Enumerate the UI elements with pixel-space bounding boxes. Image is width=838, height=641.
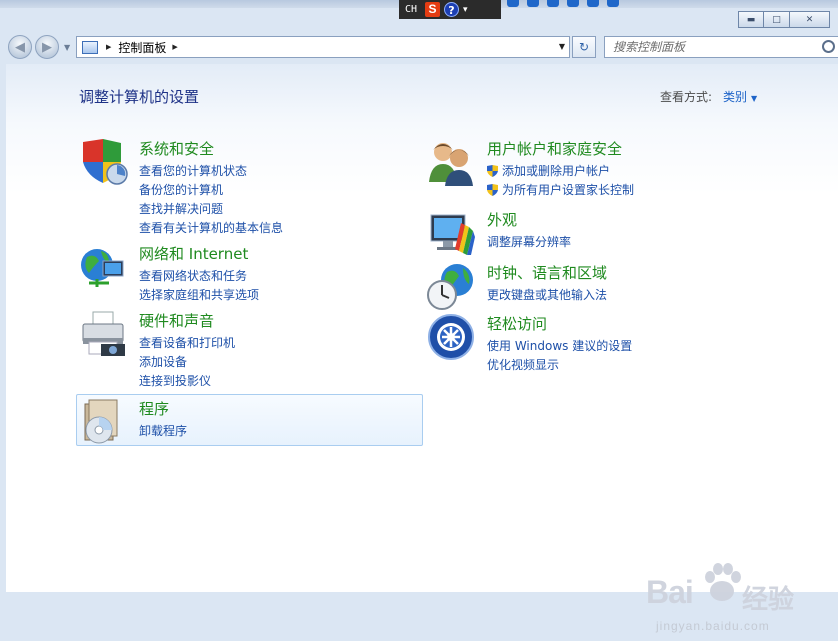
link-screen-resolution[interactable]: 调整屏幕分辨率 <box>487 233 571 252</box>
category-title[interactable]: 时钟、语言和区域 <box>487 262 607 283</box>
quick-launch-icon-2[interactable] <box>527 0 539 7</box>
programs-icon[interactable] <box>79 398 129 448</box>
dropdown-caret-icon: ▼ <box>751 94 758 103</box>
search-icon[interactable] <box>822 40 835 53</box>
quick-launch-icon-4[interactable] <box>567 0 579 7</box>
link-windows-recommended[interactable]: 使用 Windows 建议的设置 <box>487 337 632 356</box>
link-troubleshoot[interactable]: 查找并解决问题 <box>139 200 283 219</box>
link-uninstall-program[interactable]: 卸载程序 <box>139 422 187 441</box>
baidu-jingyan-watermark: Bai 经验 jingyan.baidu.com <box>646 561 816 641</box>
breadcrumb-chevron-icon[interactable]: ▶ <box>172 43 177 51</box>
category-title[interactable]: 外观 <box>487 209 517 230</box>
breadcrumb-control-panel[interactable]: 控制面板 <box>118 39 166 56</box>
recent-pages-dropdown[interactable]: ▼ <box>64 43 70 52</box>
link-add-device[interactable]: 添加设备 <box>139 353 235 372</box>
refresh-button[interactable]: ↻ <box>572 36 596 58</box>
close-button[interactable]: ✕ <box>790 11 830 28</box>
uac-shield-icon <box>487 184 498 196</box>
window-controls: ▬ □ ✕ <box>738 11 830 28</box>
view-by-dropdown[interactable]: 类别 ▼ <box>723 88 757 105</box>
clock-globe-icon[interactable] <box>427 262 477 312</box>
baidu-paw-icon <box>705 563 741 601</box>
category-title[interactable]: 程序 <box>139 398 169 419</box>
quick-launch-icon-5[interactable] <box>587 0 599 7</box>
control-panel-small-icon <box>82 40 98 54</box>
forward-button[interactable]: ▶ <box>35 35 59 59</box>
back-button[interactable]: ◀ <box>8 35 32 59</box>
view-by-label: 查看方式: <box>660 90 713 104</box>
users-icon[interactable] <box>427 138 477 188</box>
address-bar[interactable]: ▶ 控制面板 ▶ ▼ <box>76 36 570 58</box>
page-title: 调整计算机的设置 <box>79 88 200 106</box>
quick-launch-icons <box>507 0 619 8</box>
watermark-brand-right: 经验 <box>742 585 795 615</box>
watermark-brand-left: Bai <box>646 574 694 610</box>
link-view-basic-info[interactable]: 查看有关计算机的基本信息 <box>139 219 283 238</box>
category-title[interactable]: 用户帐户和家庭安全 <box>487 138 622 159</box>
search-input[interactable] <box>613 40 813 54</box>
arrow-right-icon: ▶ <box>42 39 52 55</box>
link-homegroup-sharing[interactable]: 选择家庭组和共享选项 <box>139 286 259 305</box>
refresh-icon: ↻ <box>578 40 590 54</box>
maximize-button[interactable]: □ <box>764 11 790 28</box>
quick-launch-icon-1[interactable] <box>507 0 519 7</box>
link-parental-controls[interactable]: 为所有用户设置家长控制 <box>487 181 634 200</box>
minimize-button[interactable]: ▬ <box>738 11 764 28</box>
link-backup-computer[interactable]: 备份您的计算机 <box>139 181 283 200</box>
address-dropdown-icon[interactable]: ▼ <box>559 42 565 51</box>
ease-of-access-icon[interactable] <box>427 313 477 363</box>
quick-launch-icon-3[interactable] <box>547 0 559 7</box>
category-title[interactable]: 系统和安全 <box>139 138 214 159</box>
shield-icon[interactable] <box>79 138 129 188</box>
navigation-bar: ◀ ▶ ▼ ▶ 控制面板 ▶ ▼ ↻ <box>0 34 838 61</box>
category-title[interactable]: 轻松访问 <box>487 313 547 334</box>
window-titlebar: ▬ □ ✕ <box>0 8 838 34</box>
quick-launch-icon-6[interactable] <box>607 0 619 7</box>
search-box[interactable] <box>604 36 838 58</box>
link-change-keyboard[interactable]: 更改键盘或其他输入法 <box>487 286 607 305</box>
printer-icon[interactable] <box>79 310 129 360</box>
link-view-computer-status[interactable]: 查看您的计算机状态 <box>139 162 283 181</box>
arrow-left-icon: ◀ <box>15 39 25 55</box>
appearance-monitor-icon[interactable] <box>427 209 477 259</box>
link-devices-printers[interactable]: 查看设备和打印机 <box>139 334 235 353</box>
category-title[interactable]: 硬件和声音 <box>139 310 214 331</box>
link-optimize-visual[interactable]: 优化视频显示 <box>487 356 632 375</box>
link-network-status[interactable]: 查看网络状态和任务 <box>139 267 259 286</box>
content-area: 调整计算机的设置 查看方式: 类别 ▼ 系统和安全 查看您的计算机状态 备份您的计… <box>6 64 838 633</box>
breadcrumb-chevron-icon[interactable]: ▶ <box>106 43 111 51</box>
link-connect-projector[interactable]: 连接到投影仪 <box>139 372 235 391</box>
uac-shield-icon <box>487 165 498 177</box>
category-title[interactable]: 网络和 Internet <box>139 243 248 264</box>
link-add-remove-accounts[interactable]: 添加或删除用户帐户 <box>487 162 634 181</box>
network-globe-icon[interactable] <box>79 243 129 293</box>
watermark-url: jingyan.baidu.com <box>656 619 770 633</box>
